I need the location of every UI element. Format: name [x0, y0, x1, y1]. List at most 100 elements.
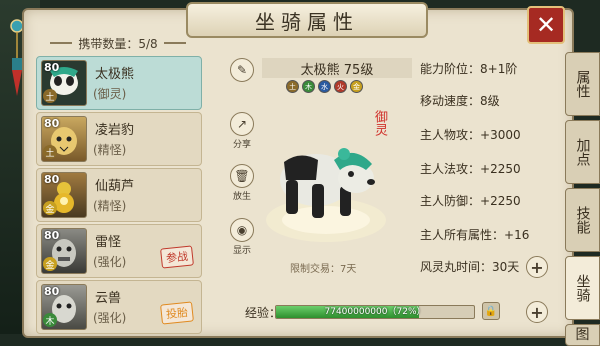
stat-value: 30天 [492, 260, 520, 274]
tab-mount[interactable]: 坐骑 [565, 256, 600, 320]
element-dot-metal: 金 [350, 80, 363, 93]
element-badge: 土 [43, 145, 57, 159]
plus-icon: + [530, 257, 544, 277]
exp-text: 77400000000（72%） [324, 307, 426, 317]
pet-item-lingyanbao[interactable]: 80 土 凌岩豹 (精怪) [36, 112, 202, 166]
stat-label: 主人防御： [420, 194, 481, 208]
stat-ability-rank: 能力阶位：8+1阶 [420, 60, 517, 77]
tab-attributes[interactable]: 属性 [565, 52, 600, 116]
rename-button[interactable]: ✎ [230, 58, 254, 82]
tab-label: 图 [575, 327, 590, 343]
stat-defense: 主人防御：+2250 [420, 192, 521, 209]
trade-limit: 限制交易：7天 [290, 264, 357, 275]
pet-name: 云兽 [95, 291, 122, 306]
stat-label: 主人物攻： [420, 128, 481, 142]
pet-name-level: 太极熊 75级 [262, 58, 412, 78]
stat-all-attributes: 主人所有属性：+16 [420, 226, 529, 243]
pet-level: 80 [44, 61, 60, 74]
pet-name: 雷怪 [95, 235, 122, 250]
stat-fengling-time: 风灵丸时间：30天 [420, 258, 519, 275]
close-icon: ✕ [535, 11, 557, 39]
pet-item-leiguai[interactable]: 80 金 雷怪 (强化) 参战 [36, 224, 202, 278]
lock-icon: 🔒 [484, 305, 498, 317]
stat-label: 移动速度： [420, 94, 481, 108]
tab-add-points[interactable]: 加点 [565, 120, 600, 184]
pet-name: 仙葫芦 [95, 179, 135, 194]
stat-value: +2250 [480, 162, 521, 176]
pet-level: 80 [44, 173, 60, 186]
stat-label: 主人法攻： [420, 162, 481, 176]
display-button[interactable]: ◉ 显示 [230, 218, 254, 256]
pet-level: 80 [44, 117, 60, 130]
stat-label: 风灵丸时间： [420, 260, 493, 274]
carry-count-header: 携带数量：5/8 [32, 32, 204, 54]
release-label: 放生 [232, 192, 251, 202]
pet-avatar: 80 木 [41, 284, 87, 330]
stat-label: 能力阶位： [420, 62, 481, 76]
tab-label: 属性 [574, 70, 591, 98]
pet-type: (强化) [93, 255, 127, 269]
element-badge: 金 [43, 257, 57, 271]
add-fengling-button[interactable]: + [526, 256, 548, 278]
stat-value: 8级 [480, 94, 500, 108]
pet-type: (精怪) [93, 143, 127, 157]
pet-name: 太极熊 [95, 67, 135, 82]
stat-magic-attack: 主人法攻：+2250 [420, 160, 521, 177]
element-badge: 土 [43, 89, 57, 103]
pet-name-level-text: 太极熊 75级 [300, 62, 374, 78]
element-dot-wood: 木 [302, 80, 315, 93]
carry-count: 携带数量：5/8 [78, 36, 158, 51]
pencil-icon: ✎ [230, 58, 254, 82]
pet-avatar: 80 金 [41, 228, 87, 274]
element-badge: 金 [43, 201, 57, 215]
share-icon: ↗ [230, 112, 254, 136]
reincarnate-stamp: 投胎 [160, 301, 194, 325]
pet-avatar: 80 金 [41, 172, 87, 218]
pet-avatar: 80 土 [41, 60, 87, 106]
stat-value: +16 [504, 228, 530, 242]
element-dot-earth: 土 [286, 80, 299, 93]
window-title: 坐骑属性 [255, 9, 359, 34]
tab-label: 坐骑 [574, 274, 591, 302]
stat-value: +3000 [480, 128, 521, 142]
pet-avatar: 80 土 [41, 116, 87, 162]
eye-icon: ◉ [230, 218, 254, 242]
pet-level: 80 [44, 285, 60, 298]
share-button[interactable]: ↗ 分享 [230, 112, 254, 150]
tab-illustration[interactable]: 图 [565, 324, 600, 346]
tab-label: 技能 [574, 206, 591, 234]
element-dot-water: 水 [318, 80, 331, 93]
divider [163, 42, 186, 44]
add-exp-button[interactable]: + [526, 301, 548, 323]
element-badge: 木 [43, 313, 57, 327]
tab-skills[interactable]: 技能 [565, 188, 600, 252]
stat-value: +2250 [480, 194, 521, 208]
pet-item-xianhulu[interactable]: 80 金 仙葫芦 (精怪) [36, 168, 202, 222]
pet-type: (强化) [93, 311, 127, 325]
close-button[interactable]: ✕ [527, 6, 565, 44]
element-dots: 土 木 水 火 金 [286, 80, 363, 93]
pet-name: 凌岩豹 [95, 123, 135, 138]
lock-button[interactable]: 🔒 [482, 302, 500, 320]
pet-list: 携带数量：5/8 80 土 太极熊 (御灵) 80 土 凌岩豹 (精怪) 80 … [32, 32, 204, 334]
trash-icon: 🗑 [230, 164, 254, 188]
divider [50, 42, 73, 44]
tab-label: 加点 [574, 138, 591, 166]
window-title-plate: 坐骑属性 [186, 2, 428, 38]
pet-type: (御灵) [93, 87, 127, 101]
yuling-badge: 御灵 [372, 110, 387, 136]
pet-type: (精怪) [93, 199, 127, 213]
release-button[interactable]: 🗑 放生 [230, 164, 254, 202]
stat-move-speed: 移动速度：8级 [420, 92, 500, 109]
stat-label: 主人所有属性： [420, 228, 505, 242]
stat-value: 8+1阶 [480, 62, 518, 76]
display-label: 显示 [232, 246, 251, 256]
plus-icon: + [530, 302, 544, 322]
element-dot-fire: 火 [334, 80, 347, 93]
pet-item-taijixiong[interactable]: 80 土 太极熊 (御灵) [36, 56, 202, 110]
pet-level: 80 [44, 229, 60, 242]
share-label: 分享 [232, 140, 251, 150]
pet-item-yunshou[interactable]: 80 木 云兽 (强化) 投胎 [36, 280, 202, 334]
stat-phys-attack: 主人物攻：+3000 [420, 126, 521, 143]
exp-bar: 77400000000（72%） [275, 305, 475, 319]
